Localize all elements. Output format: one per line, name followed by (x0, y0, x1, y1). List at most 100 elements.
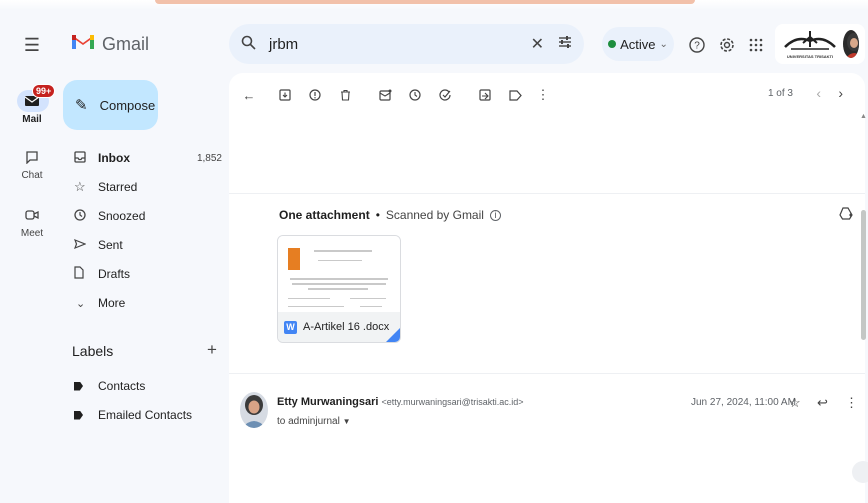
clear-search-icon[interactable]: ✕ (531, 34, 544, 54)
search-options-icon[interactable] (558, 35, 572, 53)
gmail-m-icon (70, 31, 96, 57)
rail-meet-label: Meet (20, 228, 44, 239)
label-name: Contacts (98, 379, 146, 393)
draft-file-icon (74, 266, 98, 282)
search-icon[interactable] (241, 35, 261, 54)
message-date: Jun 27, 2024, 11:00 AM (691, 397, 796, 408)
nav-item-starred[interactable]: ☆ Starred (74, 177, 222, 197)
apps-grid-icon[interactable] (745, 34, 767, 56)
attachment-filename: A-Artikel 16 .docx (303, 321, 390, 333)
svg-text:?: ? (694, 41, 700, 52)
label-name: Emailed Contacts (98, 408, 193, 422)
star-icon: ☆ (74, 179, 86, 194)
nav-label: More (98, 296, 126, 310)
nav-label: Sent (98, 238, 123, 252)
account-area[interactable]: UNIVERSITAS TRISAKTI (775, 24, 865, 64)
attachments-header: One attachment • Scanned by Gmail i (279, 208, 501, 222)
top-accent (155, 0, 695, 4)
inbox-icon (74, 150, 98, 166)
back-arrow-icon[interactable]: ← (239, 85, 259, 105)
recipient-text: to adminjurnal (277, 416, 340, 427)
nav-item-more[interactable]: ⌄ More (74, 293, 222, 313)
compose-button[interactable]: ✎ Compose (63, 80, 158, 130)
move-to-icon[interactable] (475, 85, 495, 105)
video-camera-icon (10, 208, 54, 226)
recipient-line[interactable]: to adminjurnal ▼ (277, 416, 351, 427)
divider (229, 373, 865, 374)
rail-mail[interactable]: Mail (10, 94, 54, 125)
rail-mail-label: Mail (22, 114, 42, 125)
status-selector[interactable]: Active ⌄ (602, 27, 674, 61)
message-toolbar: ← ⋮ 1 of 3 ‹ › (229, 73, 865, 117)
nav-item-snoozed[interactable]: Snoozed (74, 206, 222, 226)
word-doc-icon: W (284, 320, 297, 334)
attachment-name-bar: W A-Artikel 16 .docx (278, 312, 400, 342)
inbox-count: 1,852 (196, 152, 222, 164)
gmail-wordmark: Gmail (102, 33, 150, 54)
unread-badge: 99+ (32, 84, 56, 98)
scroll-up-arrow-icon[interactable]: ▲ (860, 113, 867, 120)
chat-icon (10, 150, 54, 168)
nav-item-sent[interactable]: Sent (73, 235, 222, 255)
chevron-down-icon: ⌄ (659, 38, 668, 50)
hamburger-icon: ☰ (23, 34, 41, 55)
org-logo-text: UNIVERSITAS TRISAKTI (786, 54, 834, 59)
nav-label: Snoozed (98, 209, 146, 223)
message-panel: ← ⋮ 1 of 3 ‹ › One attachment • Scanned … (229, 73, 865, 503)
attachments-title: One attachment (279, 208, 370, 222)
sender-name[interactable]: Etty Murwaningsari (277, 396, 378, 408)
chevron-left-icon[interactable]: ‹ (816, 85, 821, 101)
compose-label: Compose (99, 97, 156, 113)
more-vertical-icon[interactable]: ⋮ (845, 395, 858, 411)
rail-meet[interactable]: Meet (10, 208, 54, 239)
side-panel-toggle[interactable] (852, 461, 868, 483)
add-label-icon[interactable]: + (207, 340, 217, 360)
caret-down-icon: ▼ (342, 417, 351, 426)
mark-unread-icon[interactable] (375, 85, 395, 105)
send-icon (73, 238, 98, 253)
corner-fold (386, 328, 400, 342)
info-icon[interactable]: i (489, 209, 501, 221)
sender-email: <etty.murwaningsari@trisakti.ac.id> (381, 397, 524, 407)
add-to-tasks-icon[interactable] (435, 85, 455, 105)
labels-heading: Labels (72, 343, 114, 359)
scrollbar-thumb[interactable] (861, 210, 866, 340)
label-item-contacts[interactable]: Contacts (74, 376, 222, 396)
sender-avatar[interactable] (240, 392, 268, 428)
report-spam-icon[interactable] (305, 85, 325, 105)
divider (229, 193, 865, 194)
reply-icon[interactable]: ↩ (817, 395, 828, 411)
status-dot-icon (608, 40, 617, 48)
star-icon[interactable]: ☆ (789, 395, 801, 411)
org-logo: UNIVERSITAS TRISAKTI (781, 29, 839, 59)
main-menu-button[interactable]: ☰ (19, 32, 45, 58)
nav-item-drafts[interactable]: Drafts (74, 264, 222, 284)
delete-trash-icon[interactable] (335, 85, 355, 105)
nav-label: Starred (98, 180, 138, 194)
account-avatar[interactable] (843, 30, 859, 58)
pencil-icon: ✎ (75, 97, 88, 114)
settings-gear-icon[interactable] (716, 34, 738, 56)
chevron-right-icon[interactable]: › (838, 85, 843, 101)
nav-label: Drafts (98, 267, 131, 281)
status-label: Active (620, 36, 656, 52)
attachment-card[interactable]: W A-Artikel 16 .docx (277, 235, 401, 343)
snooze-clock-icon[interactable] (405, 85, 425, 105)
more-vertical-icon[interactable]: ⋮ (533, 85, 553, 105)
archive-icon[interactable] (275, 85, 295, 105)
sender-line: Etty Murwaningsari <etty.murwaningsari@t… (277, 396, 524, 408)
gmail-logo[interactable]: Gmail (70, 31, 149, 57)
clock-icon (74, 208, 98, 224)
label-tag-icon (74, 379, 98, 394)
label-icon[interactable] (505, 85, 525, 105)
document-thumbnail (278, 236, 400, 314)
search-bar[interactable]: jrbm ✕ (229, 24, 584, 64)
search-input[interactable]: jrbm (269, 36, 531, 53)
nav-label: Inbox (98, 151, 130, 165)
label-item-emailed-contacts[interactable]: Emailed Contacts (74, 405, 222, 425)
separator-dot: • (375, 208, 380, 222)
add-to-drive-icon[interactable] (839, 207, 853, 223)
help-icon[interactable]: ? (686, 34, 708, 56)
nav-item-inbox[interactable]: Inbox 1,852 (74, 148, 222, 168)
rail-chat[interactable]: Chat (10, 150, 54, 181)
